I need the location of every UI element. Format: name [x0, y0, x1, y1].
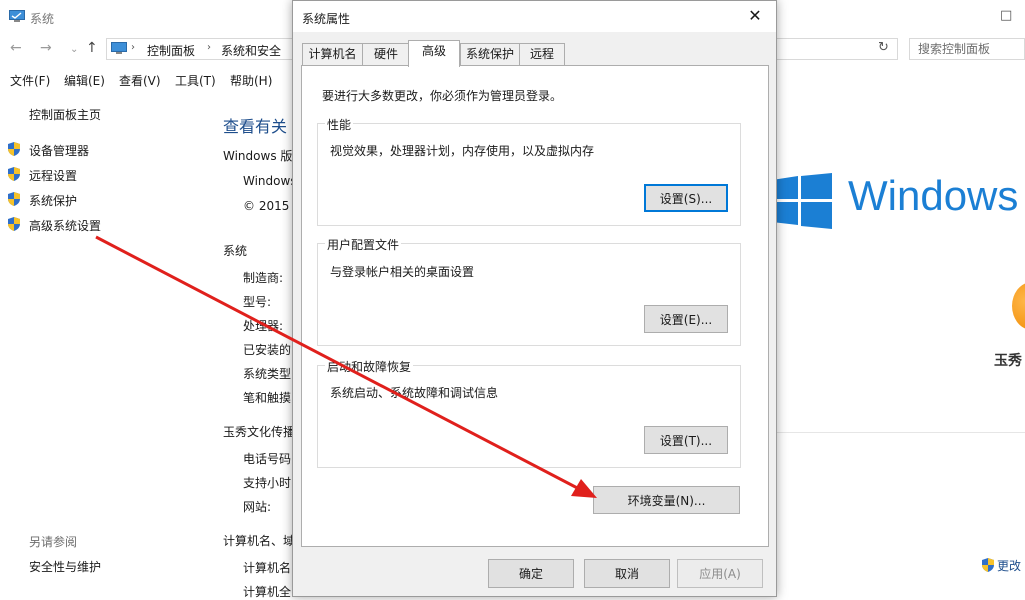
manufacturer-label: 制造商: [243, 271, 284, 285]
forward-arrow-icon[interactable]: → [40, 40, 52, 56]
system-section-title: 系统 [223, 244, 248, 258]
windows-logo-icon [772, 173, 832, 229]
page-title: 查看有关 [223, 117, 288, 136]
admin-note: 要进行大多数更改，你必须作为管理员登录。 [322, 89, 563, 103]
computer-section-title: 计算机名、域 [223, 534, 293, 548]
full-computer-name-label: 计算机全 [243, 585, 292, 599]
search-box[interactable] [909, 38, 1025, 60]
divider [775, 432, 1025, 433]
environment-variables-button[interactable]: 环境变量(N)... [593, 486, 740, 514]
startup-recovery-group: 启动和故障恢复 系统启动、系统故障和调试信息 设置(T)... [317, 358, 741, 468]
see-also-title: 另请参阅 [29, 535, 78, 549]
control-panel-home-link[interactable]: 控制面板主页 [29, 106, 101, 123]
tab-advanced[interactable]: 高级 [408, 40, 460, 67]
tab-hardware[interactable]: 硬件 [362, 43, 410, 65]
shield-icon [6, 216, 22, 232]
user-profiles-description: 与登录帐户相关的桌面设置 [330, 265, 475, 279]
windows-version-text: Windows [243, 174, 293, 188]
user-profiles-group: 用户配置文件 与登录帐户相关的桌面设置 设置(E)... [317, 236, 741, 346]
cancel-button[interactable]: 取消 [584, 559, 670, 588]
security-maintenance-link[interactable]: 安全性与维护 [29, 558, 101, 575]
ok-button[interactable]: 确定 [488, 559, 574, 588]
shield-icon [980, 557, 996, 573]
copyright-text: © 2015 [243, 199, 290, 213]
system-type-label: 系统类型 [243, 367, 292, 381]
back-arrow-icon[interactable]: ← [10, 40, 22, 56]
windows-logo-text: Windows [848, 172, 1019, 219]
performance-settings-button[interactable]: 设置(S)... [644, 184, 728, 212]
menu-tools[interactable]: 工具(T) [175, 72, 216, 89]
remote-settings-link[interactable]: 远程设置 [29, 167, 77, 184]
close-icon[interactable]: ✕ [741, 5, 769, 27]
computer-icon [9, 10, 25, 23]
phone-label: 电话号码 [243, 452, 292, 466]
dialog-title: 系统属性 [302, 12, 351, 26]
startup-recovery-description: 系统启动、系统故障和调试信息 [330, 386, 499, 400]
support-section-title: 玉秀文化传播 [223, 425, 293, 439]
chevron-down-icon[interactable]: ⌄ [70, 44, 78, 55]
system-window-title: 系统 [30, 12, 55, 26]
tab-system-protection[interactable]: 系统保护 [460, 43, 520, 65]
system-properties-dialog: 系统属性 ✕ 计算机名 硬件 高级 系统保护 远程 要进行大多数更改，你必须作为… [292, 0, 777, 597]
processor-label: 处理器: [243, 319, 284, 333]
computer-name-label: 计算机名 [243, 561, 292, 575]
menu-view[interactable]: 查看(V) [119, 72, 161, 89]
search-input[interactable] [910, 39, 1024, 59]
refresh-icon[interactable]: ↻ [878, 40, 889, 55]
shield-icon [6, 191, 22, 207]
startup-recovery-group-title: 启动和故障恢复 [325, 358, 414, 375]
user-profiles-settings-button[interactable]: 设置(E)... [644, 305, 728, 333]
performance-group: 性能 视觉效果，处理器计划，内存使用，以及虚拟内存 设置(S)... [317, 116, 741, 226]
dialog-titlebar[interactable]: 系统属性 ✕ [293, 1, 776, 32]
website-label: 网站: [243, 500, 272, 514]
shield-icon [6, 166, 22, 182]
apply-button[interactable]: 应用(A) [677, 559, 763, 588]
support-hours-label: 支持小时 [243, 476, 292, 490]
menu-help[interactable]: 帮助(H) [230, 72, 272, 89]
device-manager-link[interactable]: 设备管理器 [29, 142, 89, 159]
performance-group-title: 性能 [325, 116, 354, 133]
performance-description: 视觉效果，处理器计划，内存使用，以及虚拟内存 [330, 144, 595, 158]
tab-computer-name[interactable]: 计算机名 [302, 43, 363, 65]
pen-touch-label: 笔和触摸 [243, 391, 292, 405]
menu-file[interactable]: 文件(F) [10, 72, 50, 89]
user-profiles-group-title: 用户配置文件 [325, 236, 402, 253]
breadcrumb-system-security[interactable]: 系统和安全 [221, 42, 281, 59]
change-settings-link[interactable]: 更改 [997, 557, 1021, 574]
system-protection-link[interactable]: 系统保护 [29, 192, 77, 209]
shield-icon [6, 141, 22, 157]
breadcrumb-control-panel[interactable]: 控制面板 [147, 42, 195, 59]
oem-name: 玉秀 [994, 353, 1022, 369]
control-panel-icon [111, 42, 127, 55]
windows-edition-label: Windows 版 [223, 149, 293, 163]
advanced-tab-panel: 要进行大多数更改，你必须作为管理员登录。 性能 视觉效果，处理器计划，内存使用，… [301, 65, 769, 547]
tab-remote[interactable]: 远程 [519, 43, 565, 65]
maximize-button[interactable]: □ [1000, 8, 1012, 23]
model-label: 型号: [243, 295, 272, 309]
up-arrow-icon[interactable]: ↑ [86, 40, 98, 56]
breadcrumb-separator-icon: › [207, 42, 211, 53]
advanced-system-settings-link[interactable]: 高级系统设置 [29, 217, 101, 234]
startup-recovery-settings-button[interactable]: 设置(T)... [644, 426, 728, 454]
oem-logo [1012, 282, 1025, 330]
breadcrumb-separator-icon: › [131, 42, 135, 53]
menu-edit[interactable]: 编辑(E) [64, 72, 105, 89]
installed-memory-label: 已安装的 [243, 343, 292, 357]
